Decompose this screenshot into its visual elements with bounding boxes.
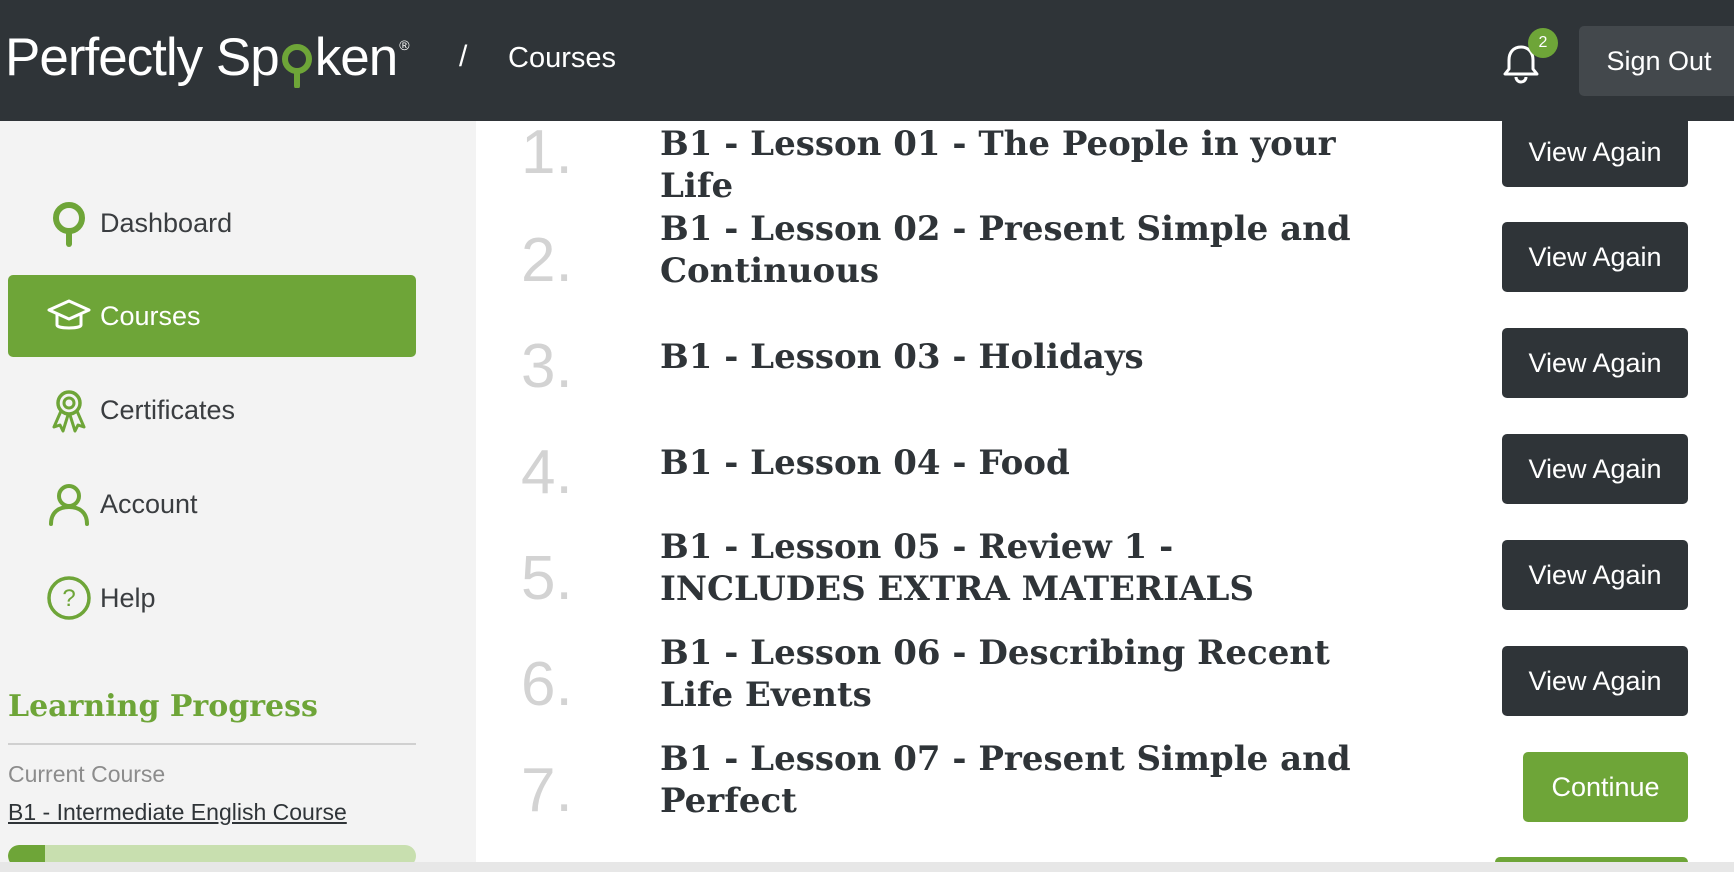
breadcrumb-current: Courses xyxy=(508,42,616,74)
lesson-title: B1 - Lesson 02 - Present Simple and Cont… xyxy=(660,209,1351,291)
lesson-list: 1. B1 - Lesson 01 - The People in your L… xyxy=(476,121,1734,862)
learning-progress-title: Learning Progress xyxy=(8,689,318,724)
lesson-title: B1 - Lesson 04 - Food xyxy=(660,443,1070,483)
lesson-title: B1 - Lesson 06 - Describing Recent Life … xyxy=(660,633,1330,715)
sidebar-item-label: Dashboard xyxy=(100,207,233,238)
lesson-number: 3. xyxy=(521,332,573,401)
sidebar-item-label: Help xyxy=(100,582,156,613)
perfectly-spoken-logo[interactable]: Perfectly Sp ken ® xyxy=(5,26,410,89)
sidebar-item-certificates[interactable]: Certificates xyxy=(8,369,416,451)
lesson-number: 1. xyxy=(521,121,573,187)
lesson-row: 2. B1 - Lesson 02 - Present Simple and C… xyxy=(476,209,1734,325)
lesson-row: 3. B1 - Lesson 03 - Holidays View Again xyxy=(476,327,1734,431)
logo-text-b: ken xyxy=(314,27,398,87)
sign-out-button[interactable]: Sign Out xyxy=(1579,26,1734,96)
view-again-button[interactable]: View Again xyxy=(1502,434,1688,504)
sidebar-item-help[interactable]: ? Help xyxy=(8,557,416,639)
lesson-number: 6. xyxy=(521,650,573,719)
lesson-row: 7. B1 - Lesson 07 - Present Simple and P… xyxy=(476,739,1734,855)
notification-count-badge: 2 xyxy=(1528,28,1558,58)
view-again-button[interactable]: View Again xyxy=(1502,646,1688,716)
divider xyxy=(8,743,416,745)
scrollbar-track[interactable] xyxy=(0,862,1734,872)
lesson-title: B1 - Lesson 03 - Holidays xyxy=(660,337,1144,377)
sidebar: Dashboard Courses Certificates Account ?… xyxy=(0,121,476,872)
lesson-title: B1 - Lesson 05 - Review 1 - INCLUDES EXT… xyxy=(660,527,1254,609)
view-again-button[interactable]: View Again xyxy=(1502,540,1688,610)
view-again-button[interactable]: View Again xyxy=(1502,121,1688,187)
top-header: Perfectly Sp ken ® / Courses 2 Sign Out xyxy=(0,0,1734,121)
sidebar-item-courses[interactable]: Courses xyxy=(8,275,416,357)
award-ribbon-icon xyxy=(8,369,100,451)
svg-text:?: ? xyxy=(62,585,75,612)
logo-text-a: Perfectly Sp xyxy=(5,27,280,87)
map-pin-icon xyxy=(8,182,100,264)
graduation-cap-icon xyxy=(8,275,100,357)
breadcrumb-separator: / xyxy=(459,40,468,73)
current-course-label: Current Course xyxy=(8,761,166,787)
sidebar-item-label: Certificates xyxy=(100,394,236,425)
view-again-button[interactable]: View Again xyxy=(1502,328,1688,398)
sidebar-item-account[interactable]: Account xyxy=(8,463,416,545)
lesson-number: 5. xyxy=(521,544,573,613)
question-circle-icon: ? xyxy=(8,557,100,639)
lesson-row: 4. B1 - Lesson 04 - Food View Again xyxy=(476,433,1734,537)
lesson-number: 7. xyxy=(521,756,573,825)
logo-pin-icon xyxy=(280,40,314,89)
sidebar-item-label: Courses xyxy=(100,300,201,331)
lesson-row: 1. B1 - Lesson 01 - The People in your L… xyxy=(476,121,1734,221)
continue-button[interactable]: Continue xyxy=(1523,752,1688,822)
sidebar-item-label: Account xyxy=(100,488,198,519)
registered-mark: ® xyxy=(399,37,409,53)
lesson-title: B1 - Lesson 01 - The People in your Life xyxy=(660,124,1336,206)
lesson-title: B1 - Lesson 07 - Present Simple and Perf… xyxy=(660,739,1351,821)
user-icon xyxy=(8,463,100,545)
current-course-link[interactable]: B1 - Intermediate English Course xyxy=(8,799,347,826)
lesson-row: 6. B1 - Lesson 06 - Describing Recent Li… xyxy=(476,633,1734,749)
lesson-number: 4. xyxy=(521,438,573,507)
sidebar-item-dashboard[interactable]: Dashboard xyxy=(8,182,416,264)
view-again-button[interactable]: View Again xyxy=(1502,222,1688,292)
lesson-row: 5. B1 - Lesson 05 - Review 1 - INCLUDES … xyxy=(476,527,1734,643)
lesson-number: 2. xyxy=(521,226,573,295)
